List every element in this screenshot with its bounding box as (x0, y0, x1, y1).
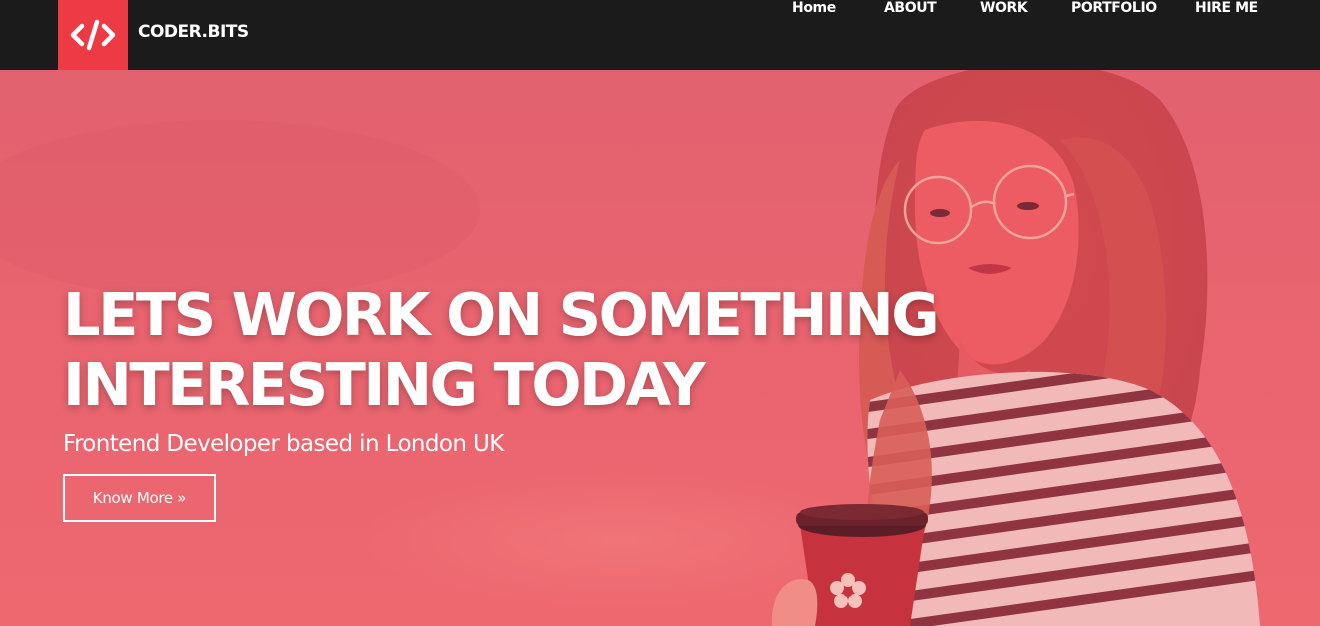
nav-about[interactable]: ABOUT (884, 0, 937, 16)
nav-hire-me[interactable]: HIRE ME (1195, 0, 1258, 16)
know-more-button[interactable]: Know More » (63, 474, 216, 522)
nav-work[interactable]: WORK (980, 0, 1028, 16)
headline-line-1: LETS WORK ON SOMETHING (63, 280, 940, 349)
top-navbar: CODER.BITS Home ABOUT WORK PORTFOLIO HIR… (0, 0, 1320, 70)
headline-line-2: INTERESTING TODAY (63, 350, 706, 419)
hero-subtitle: Frontend Developer based in London UK (63, 431, 504, 457)
hero-section: LETS WORK ON SOMETHING INTERESTING TODAY… (0, 70, 1320, 626)
nav-home[interactable]: Home (792, 0, 836, 16)
logo[interactable] (58, 0, 128, 70)
brand-name[interactable]: CODER.BITS (138, 22, 249, 42)
nav-portfolio[interactable]: PORTFOLIO (1071, 0, 1157, 16)
code-icon (70, 19, 116, 51)
hero-headline: LETS WORK ON SOMETHING INTERESTING TODAY (63, 280, 940, 420)
